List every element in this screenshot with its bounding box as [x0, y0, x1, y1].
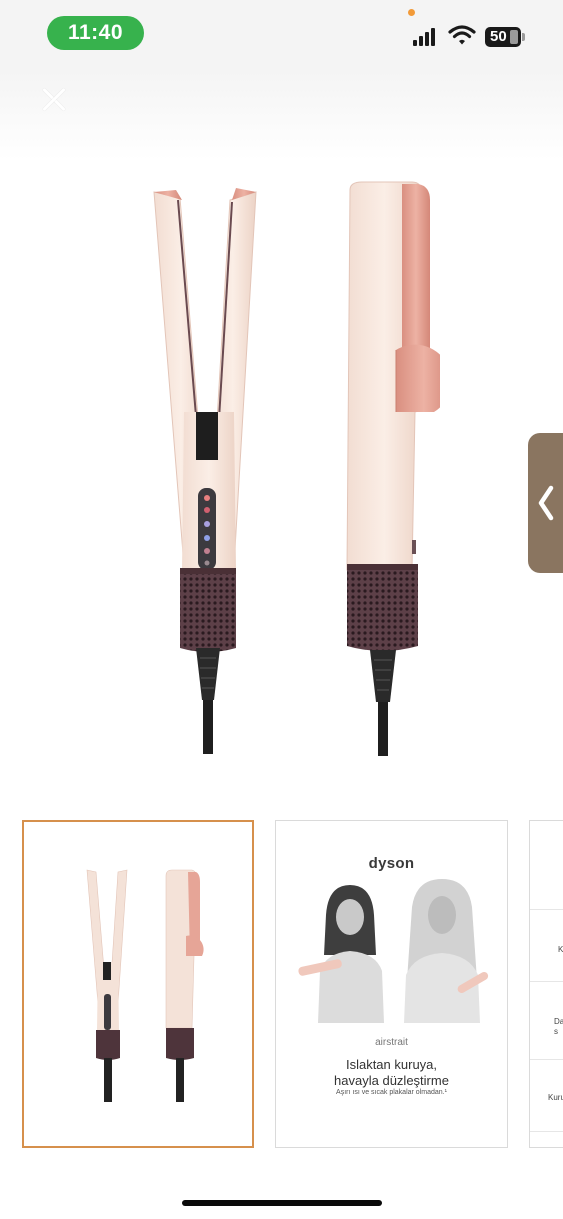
privacy-indicator-dot [408, 9, 415, 16]
battery-tip [522, 33, 525, 41]
thumbnail-product-photo [86, 869, 204, 1102]
spec-row-label: Da s [554, 1017, 563, 1036]
brochure-headline: Islaktan kuruya, havayla düzleştirme [276, 1057, 507, 1089]
product-photo-main [153, 181, 440, 756]
chevron-left-icon [538, 485, 554, 521]
thumbnail-product-selected[interactable] [22, 820, 254, 1148]
brochure-headline-line-2: havayla düzleştirme [334, 1073, 449, 1088]
brochure-headline-line-1: Islaktan kuruya, [345, 1057, 438, 1072]
brochure-product-name: airstrait [375, 1037, 408, 1048]
close-icon[interactable] [36, 82, 72, 118]
home-indicator[interactable] [182, 1200, 382, 1206]
side-panel-tab[interactable] [528, 433, 563, 573]
cellular-signal-icon [413, 28, 439, 46]
thumbnail-spec-sheet[interactable]: K Da s Kuru [529, 820, 563, 1148]
brochure-photo [292, 875, 492, 1023]
spec-row-divider [530, 981, 563, 982]
spec-row-label: Kuru [548, 1093, 563, 1102]
brochure-subtitle: Aşırı ısı ve sıcak plakalar olmadan.¹ [336, 1089, 447, 1096]
battery-level: 50 [490, 28, 507, 45]
battery-icon: 50 [485, 27, 521, 47]
wifi-icon [448, 25, 476, 45]
spec-row-divider [530, 909, 563, 910]
spec-row-divider [530, 1059, 563, 1060]
brochure-brand: dyson [368, 855, 415, 872]
status-time[interactable]: 11:40 [47, 16, 144, 50]
spec-row-label: K [558, 945, 563, 954]
status-bar: 11:40 50 [0, 0, 563, 70]
thumbnail-brochure[interactable]: dyson airstrait Islaktan kuruya, havayla… [275, 820, 508, 1148]
spec-row-divider [530, 1131, 563, 1132]
product-image-viewer[interactable] [0, 70, 563, 810]
